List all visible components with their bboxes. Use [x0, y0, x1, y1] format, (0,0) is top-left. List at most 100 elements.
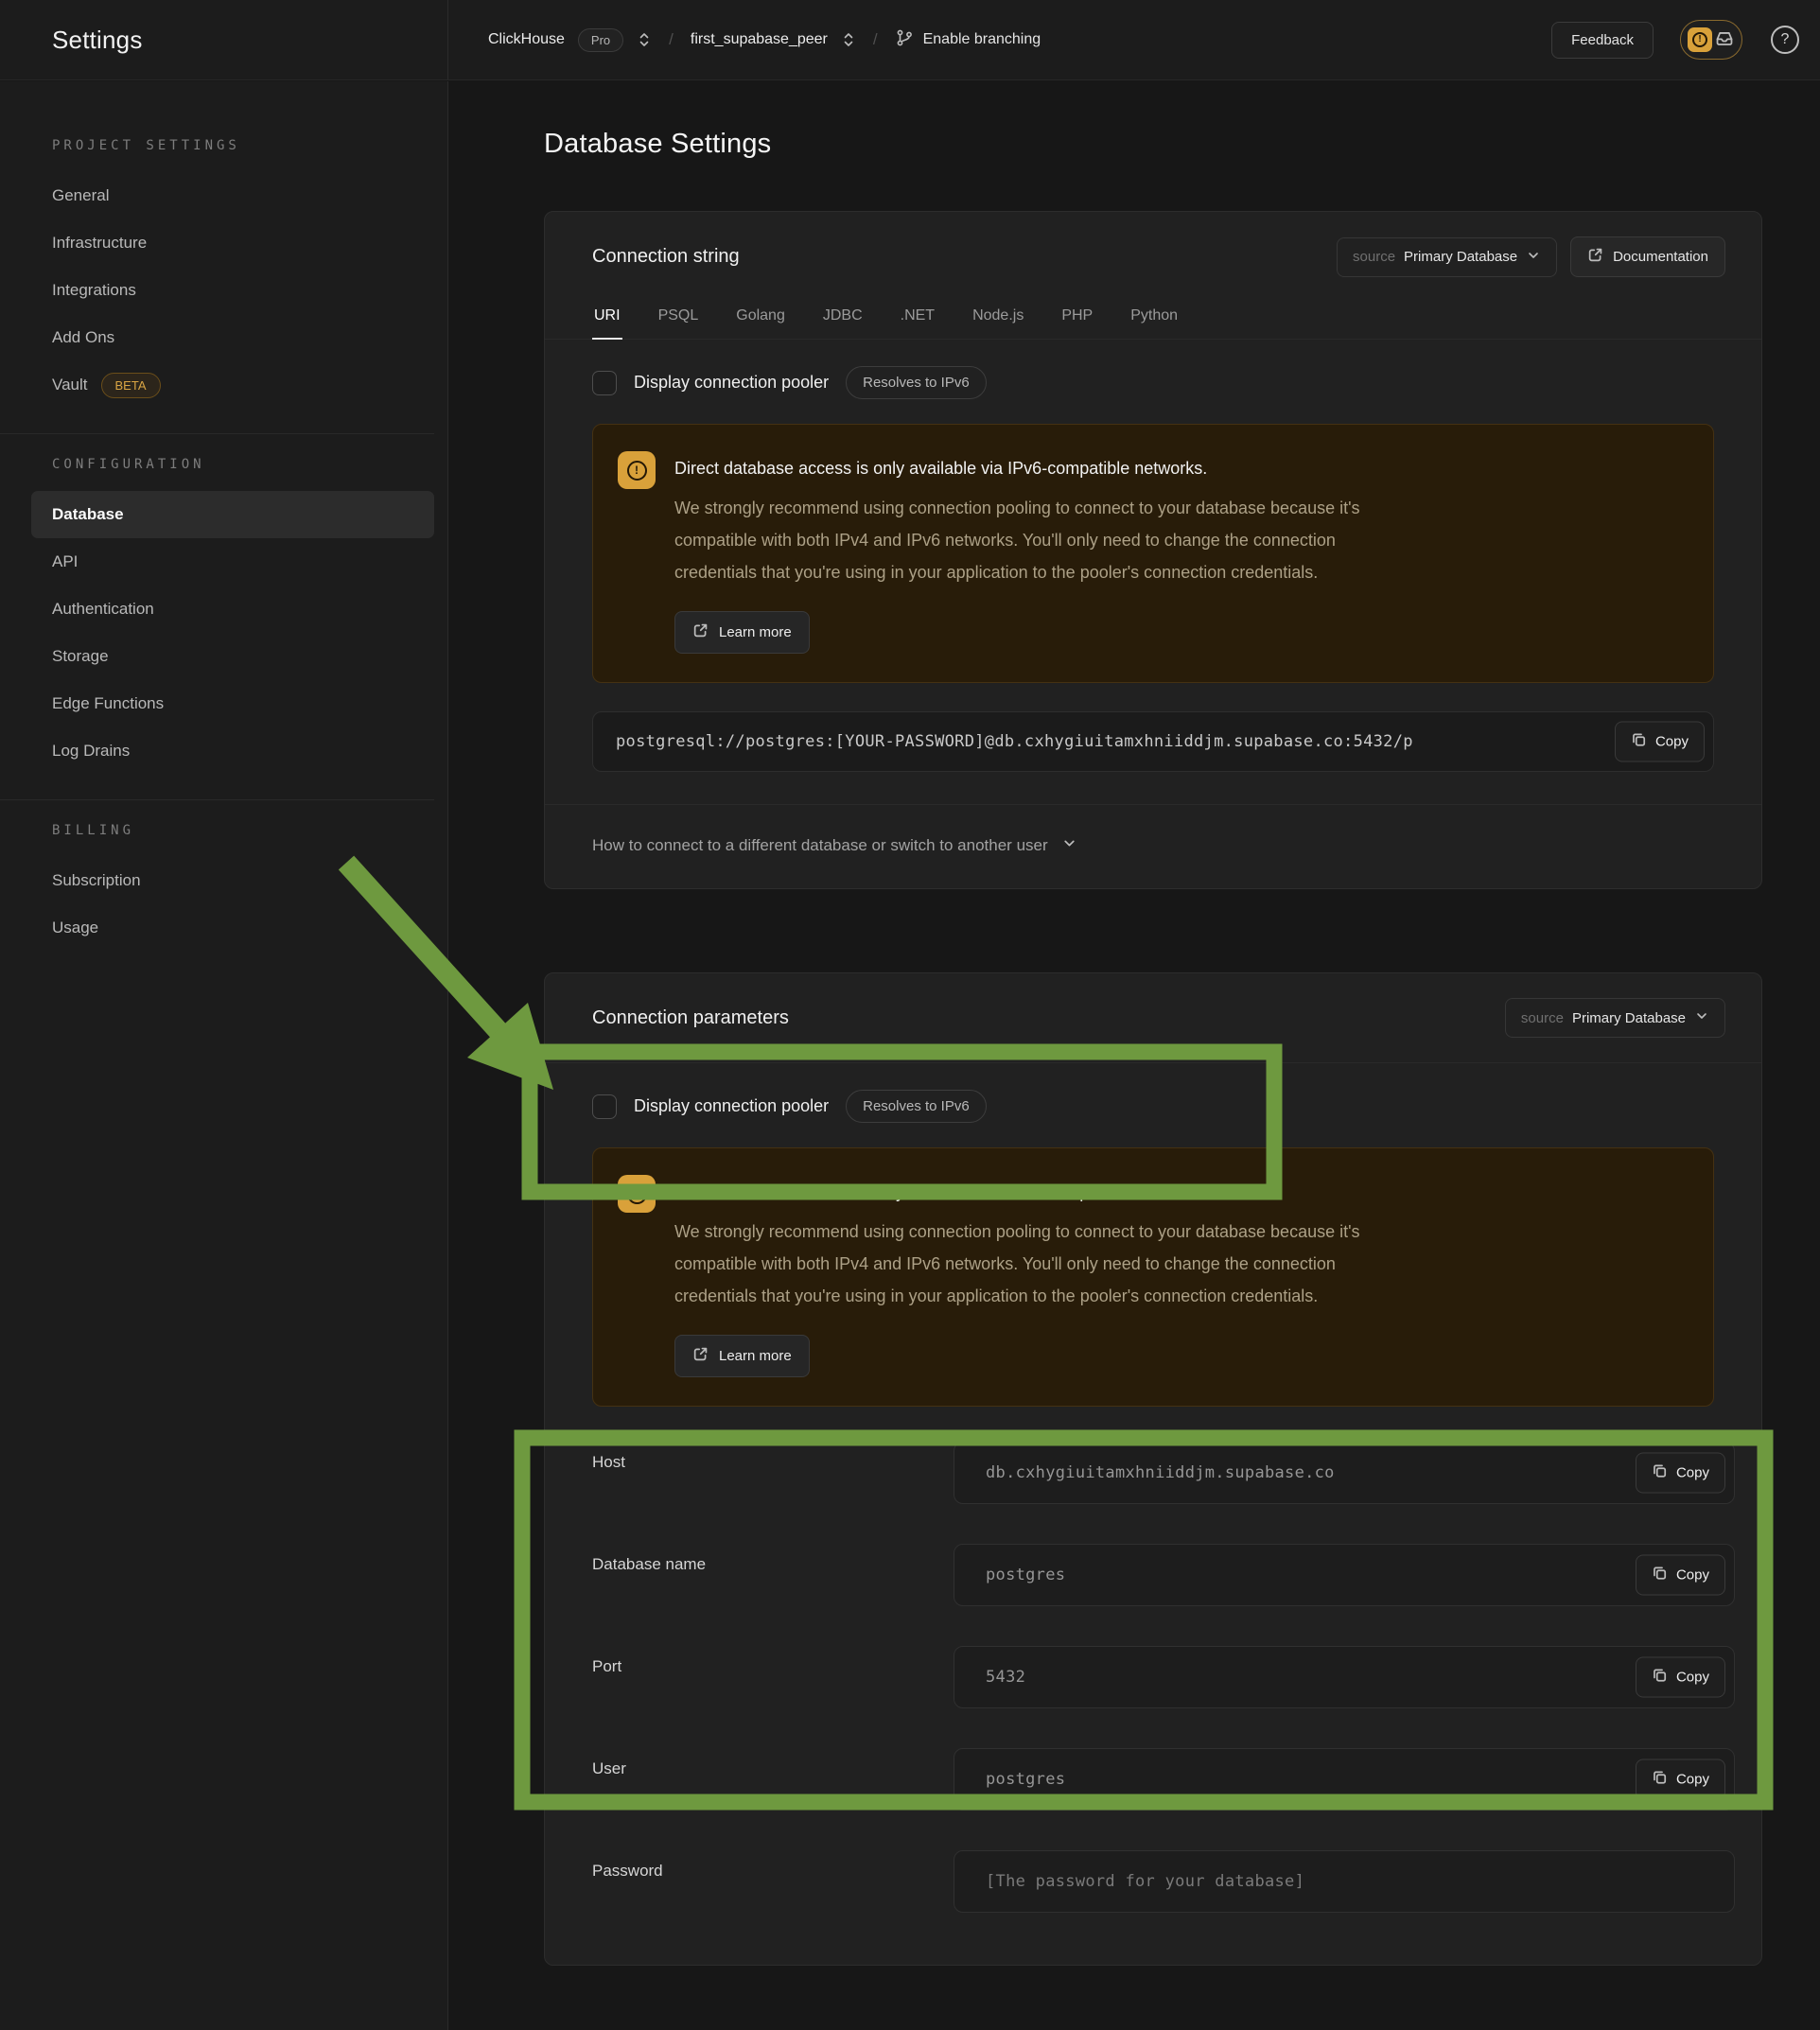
tab-golang[interactable]: Golang — [734, 298, 787, 339]
external-link-icon — [692, 622, 709, 642]
sidebar-item-subscription[interactable]: Subscription — [31, 857, 434, 904]
copy-database-name-button[interactable]: Copy — [1636, 1555, 1725, 1596]
documentation-button[interactable]: Documentation — [1570, 236, 1725, 277]
sidebar-item-add-ons[interactable]: Add Ons — [31, 314, 434, 361]
external-link-icon — [692, 1346, 709, 1366]
sidebar-item-storage[interactable]: Storage — [31, 633, 434, 680]
database-name-field[interactable]: postgres Copy — [954, 1544, 1735, 1606]
password-field[interactable]: [The password for your database] — [954, 1850, 1735, 1913]
sidebar-item-api[interactable]: API — [31, 538, 434, 586]
warning-title: Direct database access is only available… — [674, 451, 1412, 479]
tab-nodejs[interactable]: Node.js — [971, 298, 1025, 339]
tab-psql[interactable]: PSQL — [656, 298, 701, 339]
source-select[interactable]: source Primary Database — [1505, 998, 1725, 1038]
enable-branching-button[interactable]: Enable branching — [895, 28, 1041, 52]
port-label: Port — [592, 1646, 954, 1676]
connection-string-tabs: URI PSQL Golang JDBC .NET Node.js PHP Py… — [545, 296, 1761, 340]
settings-page: Settings ClickHouse Pro / first_supabase… — [0, 0, 1820, 2030]
alert-badge-icon: ! — [1688, 27, 1712, 52]
tab-jdbc[interactable]: JDBC — [821, 298, 865, 339]
pooler-label: Display connection pooler — [634, 1096, 829, 1116]
display-connection-pooler-checkbox[interactable] — [592, 371, 617, 395]
pooler-row: Display connection pooler Resolves to IP… — [545, 1063, 1761, 1129]
breadcrumb-separator: / — [869, 30, 882, 49]
copy-icon — [1652, 1566, 1668, 1585]
breadcrumb-separator: / — [665, 30, 677, 49]
header-actions: source Primary Database — [1337, 236, 1725, 277]
sidebar-item-label: Subscription — [52, 871, 141, 890]
user-value: postgres — [986, 1770, 1065, 1789]
feedback-button[interactable]: Feedback — [1551, 22, 1654, 59]
help-button[interactable]: ? — [1771, 26, 1799, 54]
learn-more-button[interactable]: Learn more — [674, 1335, 810, 1377]
sidebar-item-label: Storage — [52, 647, 109, 666]
sidebar-item-integrations[interactable]: Integrations — [31, 267, 434, 314]
database-name-row: Database name postgres Copy — [592, 1524, 1735, 1626]
sidebar-item-log-drains[interactable]: Log Drains — [31, 727, 434, 775]
copy-uri-button[interactable]: Copy — [1615, 722, 1705, 762]
host-value: db.cxhygiuitamxhniiddjm.supabase.co — [986, 1463, 1335, 1482]
port-field[interactable]: 5432 Copy — [954, 1646, 1735, 1708]
copy-port-button[interactable]: Copy — [1636, 1657, 1725, 1698]
user-field[interactable]: postgres Copy — [954, 1748, 1735, 1811]
display-connection-pooler-checkbox[interactable] — [592, 1094, 617, 1119]
tab-dotnet[interactable]: .NET — [899, 298, 936, 339]
connection-uri-value: postgresql://postgres:[YOUR-PASSWORD]@db… — [616, 732, 1413, 751]
connection-uri-field: postgresql://postgres:[YOUR-PASSWORD]@db… — [592, 711, 1714, 772]
page-heading: Database Settings — [544, 129, 1820, 160]
sidebar-item-label: Integrations — [52, 281, 136, 300]
sidebar-divider — [0, 433, 434, 434]
source-label: source — [1353, 249, 1395, 265]
tab-uri[interactable]: URI — [592, 298, 622, 339]
inbox-icon — [1714, 27, 1735, 53]
section-heading: CONFIGURATION — [52, 457, 434, 472]
sidebar-item-infrastructure[interactable]: Infrastructure — [31, 219, 434, 267]
page-title: Settings — [52, 26, 143, 55]
tab-php[interactable]: PHP — [1059, 298, 1094, 339]
breadcrumb-org[interactable]: ClickHouse — [488, 31, 565, 48]
sidebar-item-usage[interactable]: Usage — [31, 904, 434, 952]
sidebar-divider — [0, 799, 434, 800]
user-label: User — [592, 1748, 954, 1778]
sidebar-item-edge-functions[interactable]: Edge Functions — [31, 680, 434, 727]
sidebar-section-billing: BILLING Subscription Usage — [0, 823, 434, 952]
copy-user-button[interactable]: Copy — [1636, 1759, 1725, 1800]
breadcrumb-project[interactable]: first_supabase_peer — [691, 31, 828, 48]
notifications-button[interactable]: ! — [1680, 20, 1742, 60]
learn-more-button[interactable]: Learn more — [674, 611, 810, 654]
sidebar-item-label: General — [52, 186, 109, 205]
copy-label: Copy — [1676, 1772, 1709, 1788]
sidebar-item-general[interactable]: General — [31, 172, 434, 219]
sidebar-item-label: Log Drains — [52, 742, 130, 761]
resolves-to-ipv6-badge: Resolves to IPv6 — [846, 366, 987, 399]
host-label: Host — [592, 1442, 954, 1472]
sidebar-item-label: Usage — [52, 919, 98, 937]
pooler-label: Display connection pooler — [634, 373, 829, 393]
connection-string-card: Connection string source Primary Databas… — [544, 211, 1762, 889]
connect-different-database-disclosure[interactable]: How to connect to a different database o… — [545, 804, 1761, 888]
database-name-label: Database name — [592, 1544, 954, 1574]
documentation-label: Documentation — [1613, 249, 1708, 265]
sidebar-item-authentication[interactable]: Authentication — [31, 586, 434, 633]
source-select[interactable]: source Primary Database — [1337, 237, 1557, 277]
sidebar-item-label: Edge Functions — [52, 694, 164, 713]
tab-python[interactable]: Python — [1129, 298, 1180, 339]
copy-host-button[interactable]: Copy — [1636, 1453, 1725, 1494]
section-heading: PROJECT SETTINGS — [52, 138, 434, 153]
sidebar-item-label: Infrastructure — [52, 234, 147, 253]
git-branch-icon — [895, 28, 914, 52]
warning-body: We strongly recommend using connection p… — [674, 492, 1412, 588]
copy-label: Copy — [1676, 1465, 1709, 1481]
source-label: source — [1521, 1010, 1564, 1026]
password-placeholder: [The password for your database] — [986, 1872, 1304, 1891]
org-selector-icon[interactable] — [637, 31, 652, 48]
sidebar-item-vault[interactable]: Vault BETA — [31, 361, 434, 409]
external-link-icon — [1587, 247, 1603, 267]
sidebar-header: Settings — [0, 0, 448, 79]
chevron-down-icon — [1061, 835, 1077, 856]
host-field[interactable]: db.cxhygiuitamxhniiddjm.supabase.co Copy — [954, 1442, 1735, 1504]
sidebar-item-database[interactable]: Database — [31, 491, 434, 538]
port-row: Port 5432 Copy — [592, 1626, 1735, 1728]
ipv6-warning-alert: ! Direct database access is only availab… — [592, 424, 1714, 683]
project-selector-icon[interactable] — [841, 31, 856, 48]
